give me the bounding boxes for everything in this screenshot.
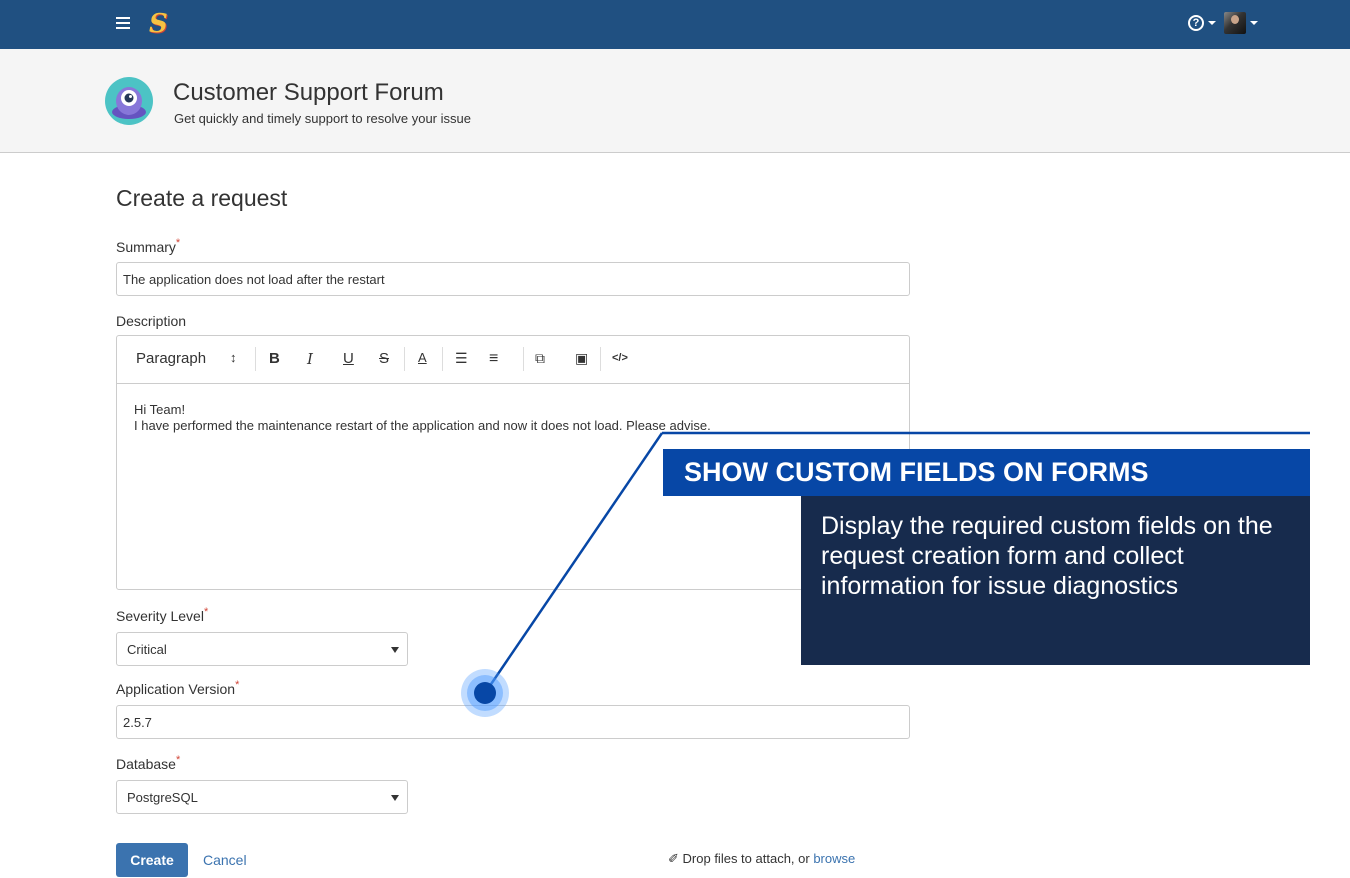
portal-logo-icon[interactable]	[104, 76, 154, 126]
callout-title: SHOW CUSTOM FIELDS ON FORMS	[663, 449, 1310, 496]
database-value: PostgreSQL	[127, 790, 198, 805]
description-text[interactable]: Hi Team! I have performed the maintenanc…	[134, 402, 711, 434]
top-navigation-bar: S ?	[0, 0, 1350, 49]
italic-icon[interactable]: I	[307, 350, 313, 368]
portal-header: Customer Support Forum Get quickly and t…	[0, 49, 1350, 153]
toolbar-divider	[442, 347, 443, 371]
required-marker: *	[203, 606, 209, 618]
drop-files-text: Drop files to attach, or	[682, 851, 814, 866]
toolbar-divider	[600, 347, 601, 371]
summary-label: Summary*	[116, 237, 181, 255]
version-input[interactable]	[116, 705, 910, 739]
bold-icon[interactable]: B	[269, 350, 280, 367]
chevron-down-icon	[1250, 21, 1258, 25]
portal-title: Customer Support Forum	[173, 79, 444, 106]
link-icon[interactable]: ⧉	[535, 350, 545, 367]
paragraph-caret-icon[interactable]: ↕	[230, 350, 237, 365]
cancel-link[interactable]: Cancel	[203, 852, 247, 868]
attachment-dropzone[interactable]: ✐ Drop files to attach, or browse	[668, 851, 855, 867]
question-circle-icon: ?	[1188, 15, 1204, 32]
required-marker: *	[235, 679, 240, 691]
page-title: Create a request	[116, 185, 288, 211]
editor-toolbar: Paragraph ↕ B I U S A ☰ ≡ ⧉ ▣ </>	[117, 336, 909, 384]
toolbar-divider	[404, 347, 405, 371]
app-logo[interactable]: S	[149, 9, 168, 39]
help-menu-button[interactable]: ?	[1188, 14, 1216, 32]
hamburger-menu-icon[interactable]	[116, 17, 130, 29]
chevron-down-icon	[1208, 21, 1216, 26]
database-select[interactable]: PostgreSQL	[116, 780, 408, 814]
portal-subtitle: Get quickly and timely support to resolv…	[174, 111, 471, 126]
description-label: Description	[116, 313, 187, 329]
database-label: Database*	[116, 754, 181, 772]
image-icon[interactable]: ▣	[575, 350, 588, 367]
paperclip-icon: ✐	[668, 851, 679, 866]
user-menu-button[interactable]	[1224, 12, 1258, 34]
callout-body: Display the required custom fields on th…	[801, 496, 1310, 665]
required-marker: *	[175, 754, 181, 766]
strikethrough-icon[interactable]: S	[379, 350, 389, 367]
severity-label: Severity Level*	[116, 606, 209, 624]
text-color-icon[interactable]: A	[418, 350, 427, 365]
description-line: I have performed the maintenance restart…	[134, 418, 711, 433]
underline-icon[interactable]: U	[343, 350, 354, 367]
create-button[interactable]: Create	[116, 843, 188, 877]
chevron-down-icon	[391, 795, 399, 801]
chevron-down-icon	[391, 647, 399, 653]
bullet-list-icon[interactable]: ≡	[489, 350, 498, 368]
paragraph-style-select[interactable]: Paragraph	[136, 350, 206, 367]
toolbar-divider	[255, 347, 256, 371]
severity-select[interactable]: Critical	[116, 632, 408, 666]
required-marker: *	[175, 237, 181, 249]
browse-link[interactable]: browse	[813, 851, 855, 866]
version-label: Application Version*	[116, 679, 240, 697]
toolbar-divider	[523, 347, 524, 371]
avatar	[1224, 12, 1246, 34]
code-icon[interactable]: </>	[612, 352, 628, 364]
summary-input[interactable]	[116, 262, 910, 296]
severity-value: Critical	[127, 642, 167, 657]
description-line: Hi Team!	[134, 402, 186, 417]
numbered-list-icon[interactable]: ☰	[455, 350, 468, 367]
